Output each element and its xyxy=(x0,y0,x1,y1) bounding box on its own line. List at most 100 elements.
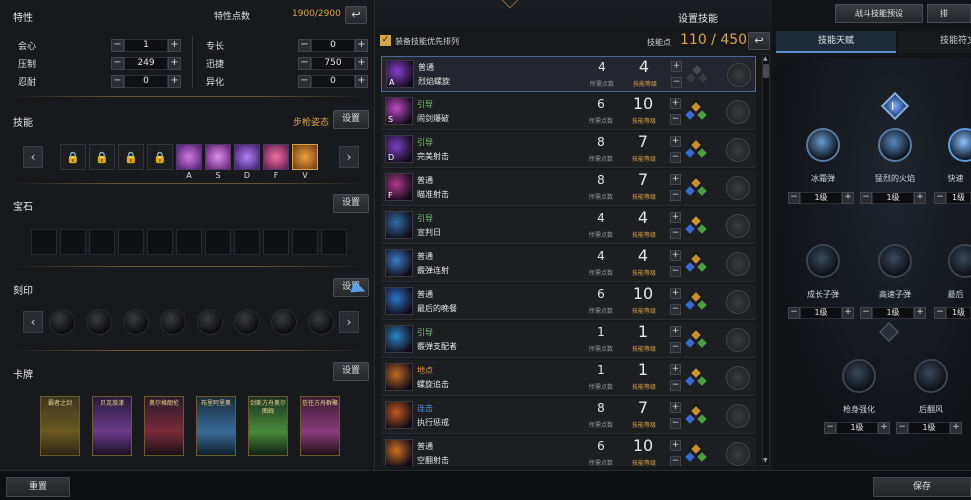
gem-slot[interactable] xyxy=(205,229,231,255)
minus-button[interactable]: − xyxy=(788,306,800,319)
gems-setting-button[interactable]: 设置 xyxy=(333,194,369,213)
tripod-icon[interactable] xyxy=(685,63,709,87)
plus-button[interactable]: + xyxy=(670,174,681,185)
plus-button[interactable]: + xyxy=(950,421,962,434)
skill-row[interactable]: 普通 最后的晚餐 6 所需点数 10 技能等级 + − xyxy=(381,284,756,320)
scroll-down-icon[interactable]: ▼ xyxy=(763,458,769,464)
tripod-icon[interactable] xyxy=(684,328,708,352)
minus-button[interactable]: − xyxy=(934,306,946,319)
tripod-icon[interactable] xyxy=(684,404,708,428)
tripod-icon[interactable] xyxy=(684,252,708,276)
trait-value[interactable]: 1 xyxy=(124,38,168,52)
rune-slot[interactable] xyxy=(726,138,750,162)
rune-slot[interactable] xyxy=(726,366,750,390)
minus-button[interactable]: − xyxy=(671,77,682,88)
rune-slot[interactable] xyxy=(726,328,750,352)
plus-button[interactable]: + xyxy=(168,74,181,88)
trait-value[interactable]: 750 xyxy=(311,56,355,70)
minus-button[interactable]: − xyxy=(670,380,681,391)
rune-slot[interactable] xyxy=(726,290,750,314)
skill-row[interactable]: 连击 执行惩戒 8 所需点数 7 技能等级 + − xyxy=(381,398,756,434)
equipped-skill-slot[interactable]: F xyxy=(263,144,289,180)
save-button[interactable]: 保存 xyxy=(873,477,971,497)
plus-button[interactable]: + xyxy=(355,56,368,70)
tab-skill-talent[interactable]: 技能天赋 xyxy=(776,31,896,53)
engraving-slot[interactable] xyxy=(271,309,297,335)
plus-button[interactable]: + xyxy=(355,38,368,52)
plus-button[interactable]: + xyxy=(168,38,181,52)
card[interactable]: 剑斯方舟奥尔图姆 xyxy=(248,396,288,456)
minus-button[interactable]: − xyxy=(860,306,872,319)
minus-button[interactable]: − xyxy=(896,421,908,434)
skill-reset-button[interactable]: ↩ xyxy=(748,32,770,50)
plus-button[interactable]: + xyxy=(670,402,681,413)
plus-button[interactable]: + xyxy=(670,250,681,261)
scrollbar-thumb[interactable] xyxy=(763,64,769,78)
plus-button[interactable]: + xyxy=(670,136,681,147)
reset-button[interactable]: 重置 xyxy=(6,477,70,497)
prev-arrow-button[interactable]: ‹ xyxy=(23,146,43,168)
minus-button[interactable]: − xyxy=(670,152,681,163)
other-tab-button[interactable]: 排 xyxy=(927,4,971,23)
talent-node[interactable] xyxy=(806,128,840,162)
plus-button[interactable]: + xyxy=(670,98,681,109)
minus-button[interactable]: − xyxy=(298,56,311,70)
minus-button[interactable]: − xyxy=(111,38,124,52)
card[interactable]: 信任方舟群聚 xyxy=(300,396,340,456)
gem-slot[interactable] xyxy=(147,229,173,255)
plus-button[interactable]: + xyxy=(670,440,681,451)
plus-button[interactable]: + xyxy=(878,421,890,434)
cards-setting-button[interactable]: 设置 xyxy=(333,362,369,381)
minus-button[interactable]: − xyxy=(298,38,311,52)
talent-node[interactable] xyxy=(806,244,840,278)
plus-button[interactable]: + xyxy=(842,306,854,319)
skill-row[interactable]: S 引导 闹剑爆破 6 所需点数 10 技能等级 + − xyxy=(381,94,756,130)
gem-slot[interactable] xyxy=(118,229,144,255)
trait-value[interactable]: 0 xyxy=(311,38,355,52)
minus-button[interactable]: − xyxy=(670,190,681,201)
trait-reset-button[interactable]: ↩ xyxy=(345,6,367,24)
skills-setting-button[interactable]: 设置 xyxy=(333,110,369,129)
plus-button[interactable]: + xyxy=(670,212,681,223)
tripod-icon[interactable] xyxy=(684,176,708,200)
tripod-icon[interactable] xyxy=(684,366,708,390)
rune-slot[interactable] xyxy=(726,252,750,276)
minus-button[interactable]: − xyxy=(670,342,681,353)
minus-button[interactable]: − xyxy=(670,456,681,466)
trait-value[interactable]: 0 xyxy=(124,74,168,88)
gem-slot[interactable] xyxy=(234,229,260,255)
skill-row[interactable]: 普通 空翻射击 6 所需点数 10 技能等级 + − xyxy=(381,436,756,466)
rune-slot[interactable] xyxy=(727,63,751,87)
minus-button[interactable]: − xyxy=(111,56,124,70)
tripod-icon[interactable] xyxy=(684,442,708,466)
engraving-slot[interactable] xyxy=(86,309,112,335)
gem-slot[interactable] xyxy=(321,229,347,255)
card[interactable]: 奥尔格朗伦 xyxy=(144,396,184,456)
talent-node[interactable] xyxy=(842,359,876,393)
skill-row[interactable]: D 引导 完美射击 8 所需点数 7 技能等级 + − xyxy=(381,132,756,168)
tripod-icon[interactable] xyxy=(684,138,708,162)
tab-skill-rune[interactable]: 技能符文 xyxy=(898,31,971,53)
rune-slot[interactable] xyxy=(726,176,750,200)
skill-row[interactable]: 引导 霰弹支配者 1 所需点数 1 技能等级 + − xyxy=(381,322,756,358)
minus-button[interactable]: − xyxy=(670,266,681,277)
card[interactable]: 布里阿里奥 xyxy=(196,396,236,456)
scroll-up-icon[interactable]: ▲ xyxy=(763,56,769,62)
tripod-icon[interactable] xyxy=(684,214,708,238)
equipped-skill-slot[interactable]: S xyxy=(205,144,231,180)
card[interactable]: 霸者之剑 xyxy=(40,396,80,456)
engraving-slot[interactable] xyxy=(197,309,223,335)
minus-button[interactable]: − xyxy=(824,421,836,434)
rune-slot[interactable] xyxy=(726,442,750,466)
tripod-icon[interactable] xyxy=(684,100,708,124)
talent-node[interactable] xyxy=(914,359,948,393)
skill-row[interactable]: 地点 螺旋追击 1 所需点数 1 技能等级 + − xyxy=(381,360,756,396)
minus-button[interactable]: − xyxy=(670,304,681,315)
gem-slot[interactable] xyxy=(31,229,57,255)
next-arrow-button[interactable]: › xyxy=(339,146,359,168)
skill-row[interactable]: F 普通 瞄准射击 8 所需点数 7 技能等级 + − xyxy=(381,170,756,206)
plus-button[interactable]: + xyxy=(842,191,854,204)
plus-button[interactable]: + xyxy=(914,191,926,204)
minus-button[interactable]: − xyxy=(670,114,681,125)
plus-button[interactable]: + xyxy=(671,61,682,72)
